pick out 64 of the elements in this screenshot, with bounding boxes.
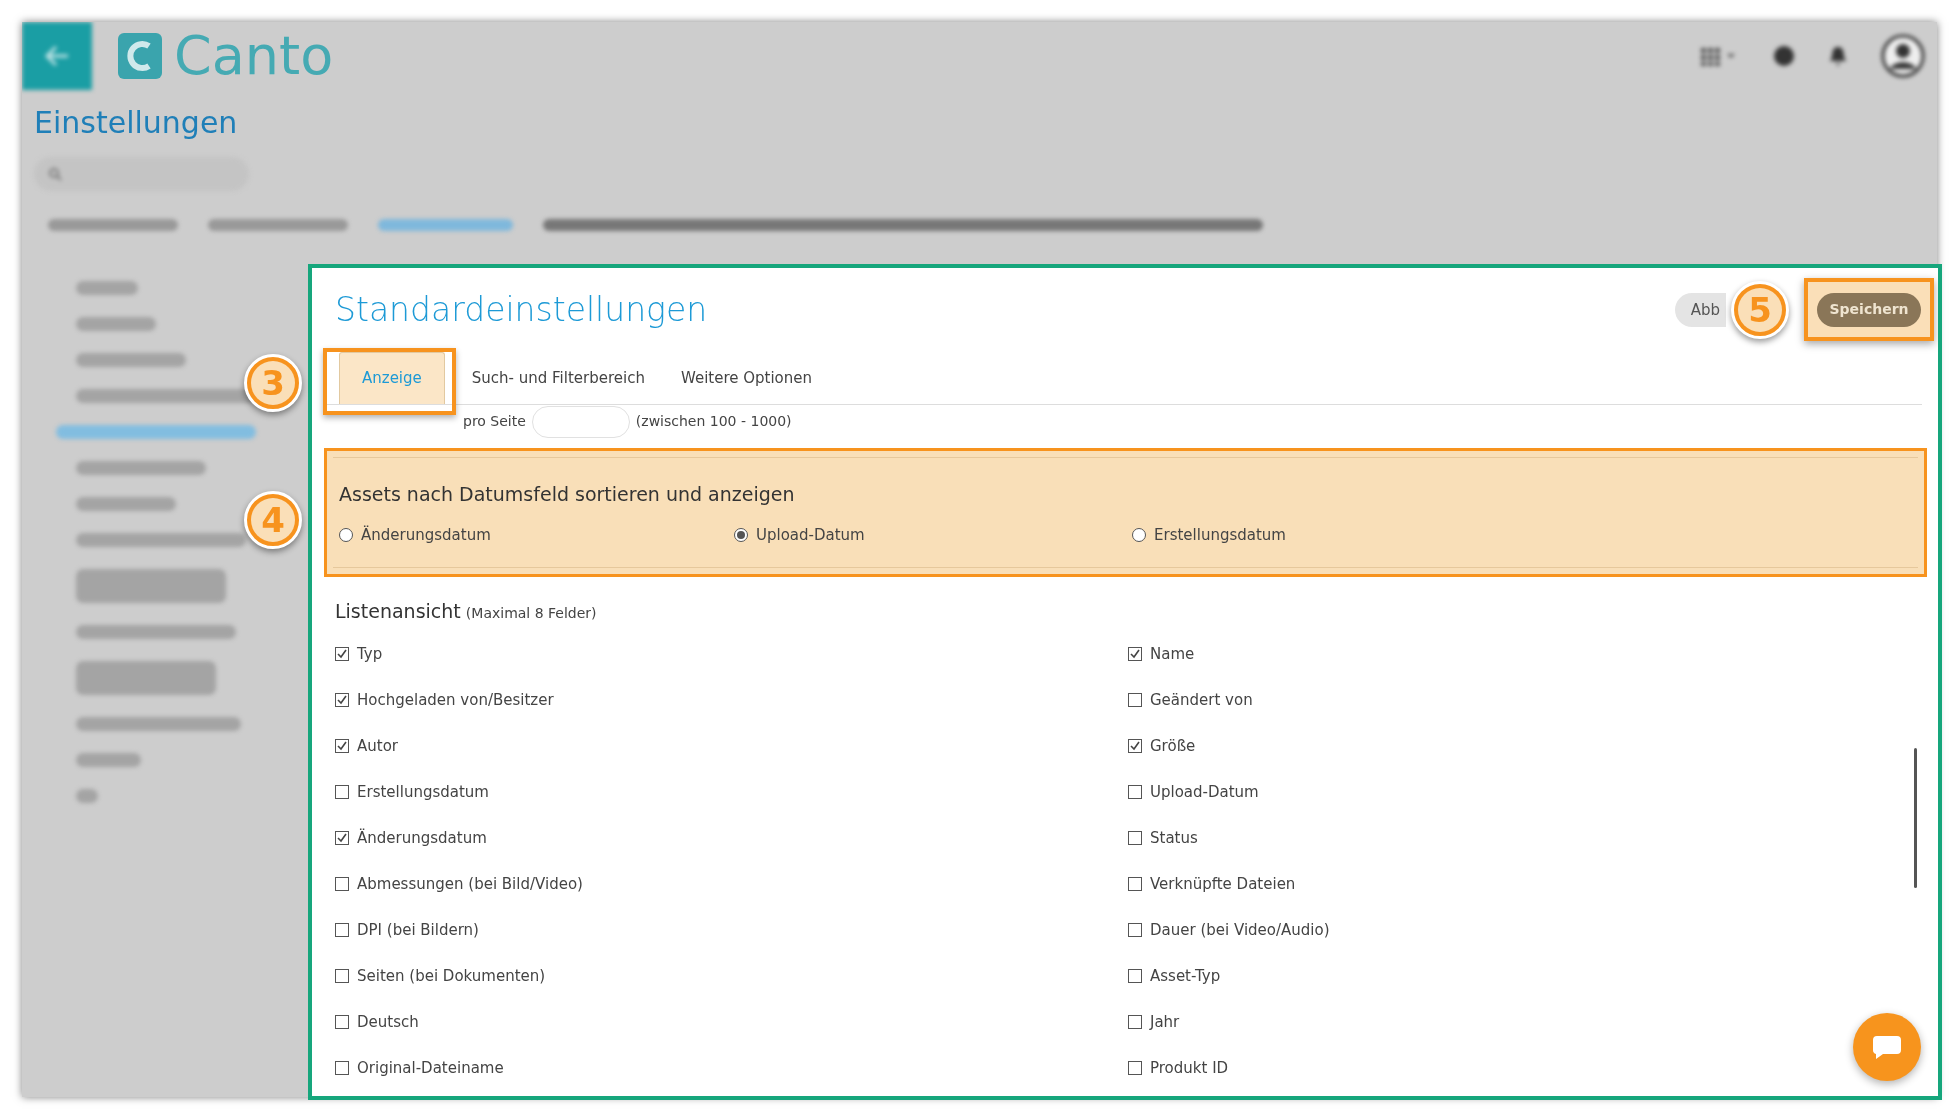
checkbox[interactable] — [1128, 785, 1142, 799]
back-arrow-icon — [44, 45, 70, 67]
checkbox-label: Geändert von — [1150, 689, 1253, 711]
section-note: (Maximal 8 Felder) — [465, 604, 597, 621]
checkbox[interactable] — [1128, 1015, 1142, 1029]
scrollbar[interactable] — [1914, 748, 1917, 888]
logo-icon — [116, 31, 164, 81]
section-title: Assets nach Datumsfeld sortieren und anzeigen — [339, 481, 796, 507]
chat-bubble-icon — [1871, 1034, 1903, 1060]
checkbox-label: Upload-Datum — [1150, 781, 1259, 803]
checkbox-label: Jahr — [1150, 1011, 1180, 1033]
checkbox-label: Autor — [357, 735, 398, 757]
checkbox-label: Verknüpfte Dateien — [1150, 873, 1296, 895]
checkbox[interactable] — [335, 739, 349, 753]
checkbox-label: DPI (bei Bildern) — [357, 919, 479, 941]
checkbox-label: Typ — [357, 643, 383, 665]
checkbox-label: Produkt ID — [1150, 1057, 1229, 1079]
radio-label: Änderungsdatum — [361, 524, 491, 546]
checkbox-label: Seiten (bei Dokumenten) — [357, 965, 546, 987]
bell-icon[interactable] — [1829, 45, 1847, 67]
logo-text: Canto — [174, 29, 334, 83]
checkbox-label: Erstellungsdatum — [357, 781, 489, 803]
radio-label: Upload-Datum — [756, 525, 865, 546]
checkbox[interactable] — [335, 1061, 349, 1075]
checkbox[interactable] — [335, 1015, 349, 1029]
radio-button[interactable] — [734, 528, 748, 543]
checkbox[interactable] — [1128, 739, 1142, 753]
checkbox[interactable] — [335, 831, 349, 845]
checkbox-label: Deutsch — [357, 1011, 419, 1033]
checkbox[interactable] — [1128, 923, 1142, 937]
checkbox-label: Hochgeladen von/Besitzer — [357, 689, 554, 711]
page-title: Einstellungen — [34, 104, 238, 142]
radio-button[interactable] — [1132, 528, 1146, 543]
checkbox[interactable] — [1128, 693, 1142, 707]
tab[interactable]: Weitere Optionen — [671, 352, 822, 404]
checkbox-label: Dauer (bei Video/Audio) — [1150, 919, 1330, 941]
checkbox-label: Änderungsdatum — [357, 827, 487, 849]
radio-button[interactable] — [339, 528, 353, 543]
checkbox[interactable] — [1128, 877, 1142, 891]
checkbox[interactable] — [335, 647, 349, 661]
input-field[interactable] — [531, 405, 630, 438]
section-title: Listenansicht — [335, 599, 461, 622]
checkbox-label: Abmessungen (bei Bild/Video) — [357, 873, 583, 895]
checkbox[interactable] — [1128, 647, 1142, 661]
checkbox-label: Asset-Typ — [1150, 965, 1221, 987]
checkbox-label: Größe — [1150, 735, 1196, 757]
checkbox[interactable] — [335, 877, 349, 891]
checkbox[interactable] — [335, 969, 349, 983]
avatar-icon[interactable] — [1881, 34, 1925, 78]
checkbox[interactable] — [335, 693, 349, 707]
checkbox[interactable] — [1128, 831, 1142, 845]
checkbox-label: Status — [1150, 827, 1198, 849]
cancel-button[interactable]: Abb — [1674, 293, 1726, 327]
checkbox-label: Name — [1150, 643, 1195, 665]
checkbox[interactable] — [335, 923, 349, 937]
checkbox[interactable] — [1128, 969, 1142, 983]
radio-label: Erstellungsdatum — [1154, 525, 1286, 546]
checkbox[interactable] — [1128, 1061, 1142, 1075]
checkbox[interactable] — [335, 785, 349, 799]
field-label: pro Seite — [463, 412, 526, 431]
range-hint: (zwischen 100 - 1000) — [635, 412, 792, 431]
panel-title: Standardeinstellungen — [335, 289, 708, 332]
checkbox-label: Original-Dateiname — [357, 1057, 504, 1079]
tab[interactable]: Such- und Filterbereich — [462, 352, 654, 404]
